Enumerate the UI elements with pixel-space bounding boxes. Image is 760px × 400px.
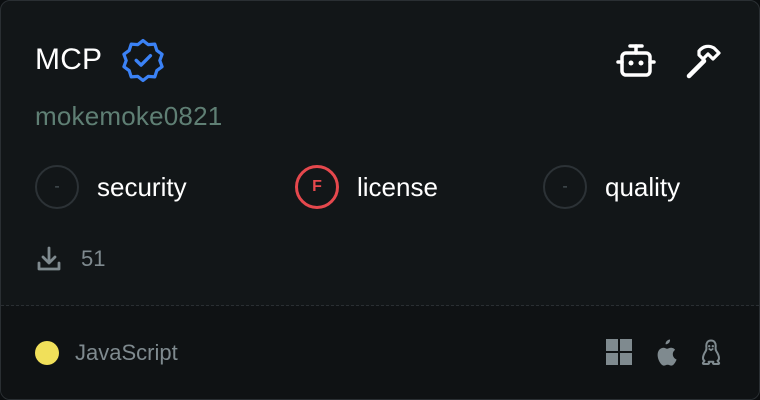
server-title[interactable]: MCP xyxy=(35,45,102,75)
robot-icon[interactable] xyxy=(613,39,659,85)
download-icon xyxy=(35,245,63,273)
windows-icon xyxy=(605,338,633,366)
language-color-dot xyxy=(35,341,59,365)
score-metrics: - security F license - quality xyxy=(35,165,727,213)
card-footer: JavaScript xyxy=(1,306,759,399)
downloads-stat: 51 xyxy=(35,245,105,273)
metric-quality[interactable]: - quality xyxy=(543,165,680,209)
platform-icons xyxy=(605,338,725,366)
apple-icon xyxy=(651,338,679,366)
capability-icons xyxy=(613,39,725,85)
verified-badge-icon xyxy=(120,37,166,83)
author-link[interactable]: mokemoke0821 xyxy=(35,101,222,132)
quality-grade-badge: - xyxy=(543,165,587,209)
title-row: MCP xyxy=(35,37,166,83)
download-count: 51 xyxy=(81,246,106,271)
card-main-section: MCP mokemoke0821 - security F license - … xyxy=(1,1,759,305)
metric-license[interactable]: F license xyxy=(295,165,438,209)
metric-security[interactable]: - security xyxy=(35,165,187,209)
license-grade-badge: F xyxy=(295,165,339,209)
language-indicator: JavaScript xyxy=(35,341,178,365)
security-grade-badge: - xyxy=(35,165,79,209)
quality-label: quality xyxy=(605,172,681,202)
mcp-server-card[interactable]: MCP mokemoke0821 - security F license - … xyxy=(0,0,760,400)
language-name: JavaScript xyxy=(75,340,178,365)
license-label: license xyxy=(357,172,438,202)
security-label: security xyxy=(97,172,187,202)
linux-icon xyxy=(697,338,725,366)
hammer-icon[interactable] xyxy=(679,39,725,85)
